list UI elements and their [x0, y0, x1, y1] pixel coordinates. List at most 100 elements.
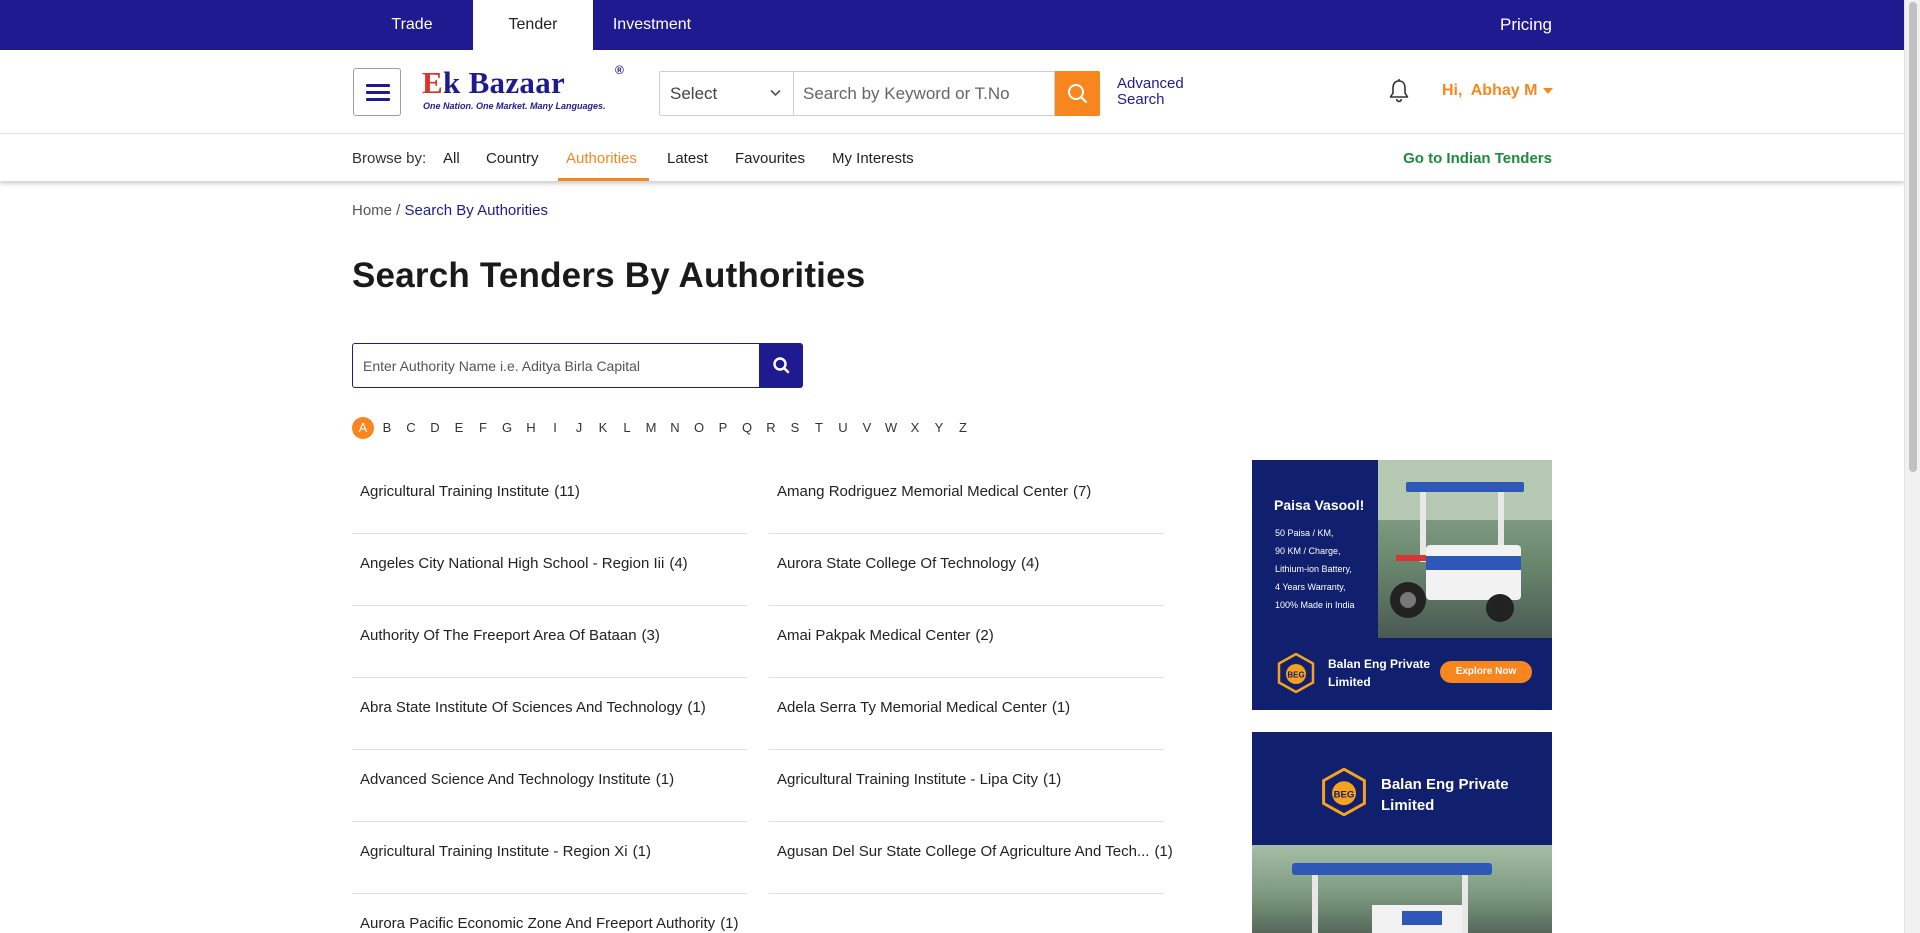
authority-name-text: Adela Serra Ty Memorial Medical Center	[777, 699, 1047, 716]
letter-filter-l[interactable]: L	[616, 417, 638, 439]
letter-filter-q[interactable]: Q	[736, 417, 758, 439]
keyword-search-input[interactable]	[793, 71, 1055, 116]
authority-list-item[interactable]: Agricultural Training Institute - Region…	[352, 822, 747, 894]
letter-filter-k[interactable]: K	[592, 417, 614, 439]
letter-filter-d[interactable]: D	[424, 417, 446, 439]
balan-eng-logo-icon: BEG	[1320, 767, 1368, 817]
letter-filter-p[interactable]: P	[712, 417, 734, 439]
search-icon	[773, 357, 790, 374]
user-menu[interactable]: Hi, Abhay M	[1442, 82, 1554, 100]
advertisement-banner-1[interactable]: Paisa Vasool! 50 Paisa / KM, 90 KM / Cha…	[1252, 460, 1552, 710]
authority-list-item[interactable]: Amang Rodriguez Memorial Medical Center(…	[769, 462, 1164, 534]
authority-list-item[interactable]: Agricultural Training Institute (11)	[352, 462, 747, 534]
authority-tender-count: (4)	[669, 555, 688, 572]
ad-spec: 4 Years Warranty,	[1275, 582, 1346, 592]
letter-filter-z[interactable]: Z	[952, 417, 974, 439]
authority-list-item[interactable]: Agusan Del Sur State College Of Agricult…	[769, 822, 1173, 894]
search-icon	[1068, 84, 1087, 103]
page-scrollbar[interactable]	[1904, 0, 1920, 933]
authority-list-item[interactable]: Agricultural Training Institute - Lipa C…	[769, 750, 1164, 822]
advanced-search-link[interactable]: Advanced Search	[1117, 76, 1197, 108]
authority-tender-count: (3)	[641, 627, 660, 644]
tab-tender[interactable]: Tender	[473, 0, 593, 50]
active-tab-indicator	[558, 178, 649, 181]
letter-filter-e[interactable]: E	[448, 417, 470, 439]
authority-search-button[interactable]	[760, 343, 803, 388]
letter-filter-f[interactable]: F	[472, 417, 494, 439]
ad-headline: Paisa Vasool!	[1274, 497, 1365, 513]
authority-tender-count: (1)	[655, 771, 675, 788]
letter-filter-s[interactable]: S	[784, 417, 806, 439]
e-rickshaw-image	[1252, 845, 1552, 933]
browse-my-interests[interactable]: My Interests	[832, 150, 914, 167]
browse-authorities[interactable]: Authorities	[566, 150, 637, 167]
letter-filter-c[interactable]: C	[400, 417, 422, 439]
letter-filter-a[interactable]: A	[352, 417, 374, 439]
authority-list-item[interactable]: Angeles City National High School - Regi…	[352, 534, 747, 606]
explore-now-button[interactable]: Explore Now	[1440, 661, 1532, 683]
letter-filter-n[interactable]: N	[664, 417, 686, 439]
pricing-link[interactable]: Pricing	[1500, 0, 1552, 50]
letter-filter-w[interactable]: W	[880, 417, 902, 439]
authority-list-item[interactable]: Authority Of The Freeport Area Of Bataan…	[352, 606, 747, 678]
browse-country[interactable]: Country	[486, 150, 539, 167]
ekbazaar-logo[interactable]: Ek Bazaar ® One Nation. One Market. Many…	[422, 63, 632, 121]
authority-list-item[interactable]: Abra State Institute Of Sciences And Tec…	[352, 678, 747, 750]
breadcrumb-home[interactable]: Home	[352, 202, 392, 219]
scrollbar-thumb[interactable]	[1909, 2, 1917, 472]
authority-list-item[interactable]: Advanced Science And Technology Institut…	[352, 750, 747, 822]
authority-name-text: Amang Rodriguez Memorial Medical Center	[777, 483, 1068, 500]
letter-filter-r[interactable]: R	[760, 417, 782, 439]
authority-search-input[interactable]	[352, 343, 760, 388]
tab-investment[interactable]: Investment	[597, 0, 707, 50]
notification-bell-icon[interactable]	[1387, 78, 1411, 104]
go-to-indian-tenders-link[interactable]: Go to Indian Tenders	[1403, 150, 1552, 167]
letter-filter-u[interactable]: U	[832, 417, 854, 439]
logo-registered-mark: ®	[615, 63, 624, 77]
category-select[interactable]: Select	[659, 71, 793, 116]
letter-filter-o[interactable]: O	[688, 417, 710, 439]
browse-bar: Browse by: All Country Authorities Lates…	[0, 135, 1904, 181]
authority-name-text: Authority Of The Freeport Area Of Bataan	[360, 627, 637, 644]
browse-favourites[interactable]: Favourites	[735, 150, 805, 167]
page-title: Search Tenders By Authorities	[352, 256, 866, 295]
authority-tender-count: (11)	[554, 483, 580, 500]
logo-tagline: One Nation. One Market. Many Languages.	[423, 101, 606, 111]
authority-list-item[interactable]: Amai Pakpak Medical Center (2)	[769, 606, 1164, 678]
letter-filter-b[interactable]: B	[376, 417, 398, 439]
tab-trade[interactable]: Trade	[353, 0, 471, 50]
caret-down-icon	[1543, 87, 1554, 94]
user-greeting: Hi, Abhay M	[1442, 82, 1538, 99]
letter-filter-i[interactable]: I	[544, 417, 566, 439]
authority-tender-count: (4)	[1021, 555, 1040, 572]
letter-filter-t[interactable]: T	[808, 417, 830, 439]
authority-list-item[interactable]: Aurora State College Of Technology (4)	[769, 534, 1164, 606]
ad-spec: 90 KM / Charge,	[1275, 546, 1341, 556]
menu-button[interactable]	[353, 68, 401, 116]
letter-filter-h[interactable]: H	[520, 417, 542, 439]
authority-tender-count: (1)	[687, 699, 706, 716]
authority-list-item[interactable]: Adela Serra Ty Memorial Medical Center (1…	[769, 678, 1164, 750]
authority-name-text: Agricultural Training Institute	[360, 483, 550, 500]
letter-filter-g[interactable]: G	[496, 417, 518, 439]
letter-filter-v[interactable]: V	[856, 417, 878, 439]
svg-text:BEG: BEG	[1287, 671, 1304, 680]
letter-filter-m[interactable]: M	[640, 417, 662, 439]
browse-all[interactable]: All	[443, 150, 460, 167]
letter-filter-x[interactable]: X	[904, 417, 926, 439]
authority-name-text: Agusan Del Sur State College Of Agricult…	[777, 843, 1150, 860]
letter-filter-y[interactable]: Y	[928, 417, 950, 439]
top-navigation-bar: Trade Tender Investment Pricing	[0, 0, 1904, 50]
hamburger-icon	[366, 84, 390, 87]
authority-list-item[interactable]: Aurora Pacific Economic Zone And Freepor…	[352, 894, 747, 933]
browse-latest[interactable]: Latest	[667, 150, 708, 167]
search-button[interactable]	[1055, 71, 1100, 116]
authority-tender-count: (1)	[1051, 699, 1071, 716]
letter-filter-j[interactable]: J	[568, 417, 590, 439]
advertisement-banner-2[interactable]: BEG Balan Eng Private Limited	[1252, 732, 1552, 933]
chevron-down-icon	[770, 72, 781, 115]
authority-name-text: Aurora State College Of Technology	[777, 555, 1017, 572]
authority-name: Abra State Institute Of Sciences And Tec…	[360, 699, 706, 716]
ad-spec: Lithium-ion Battery,	[1275, 564, 1352, 574]
authority-tender-count: (1)	[720, 915, 739, 932]
